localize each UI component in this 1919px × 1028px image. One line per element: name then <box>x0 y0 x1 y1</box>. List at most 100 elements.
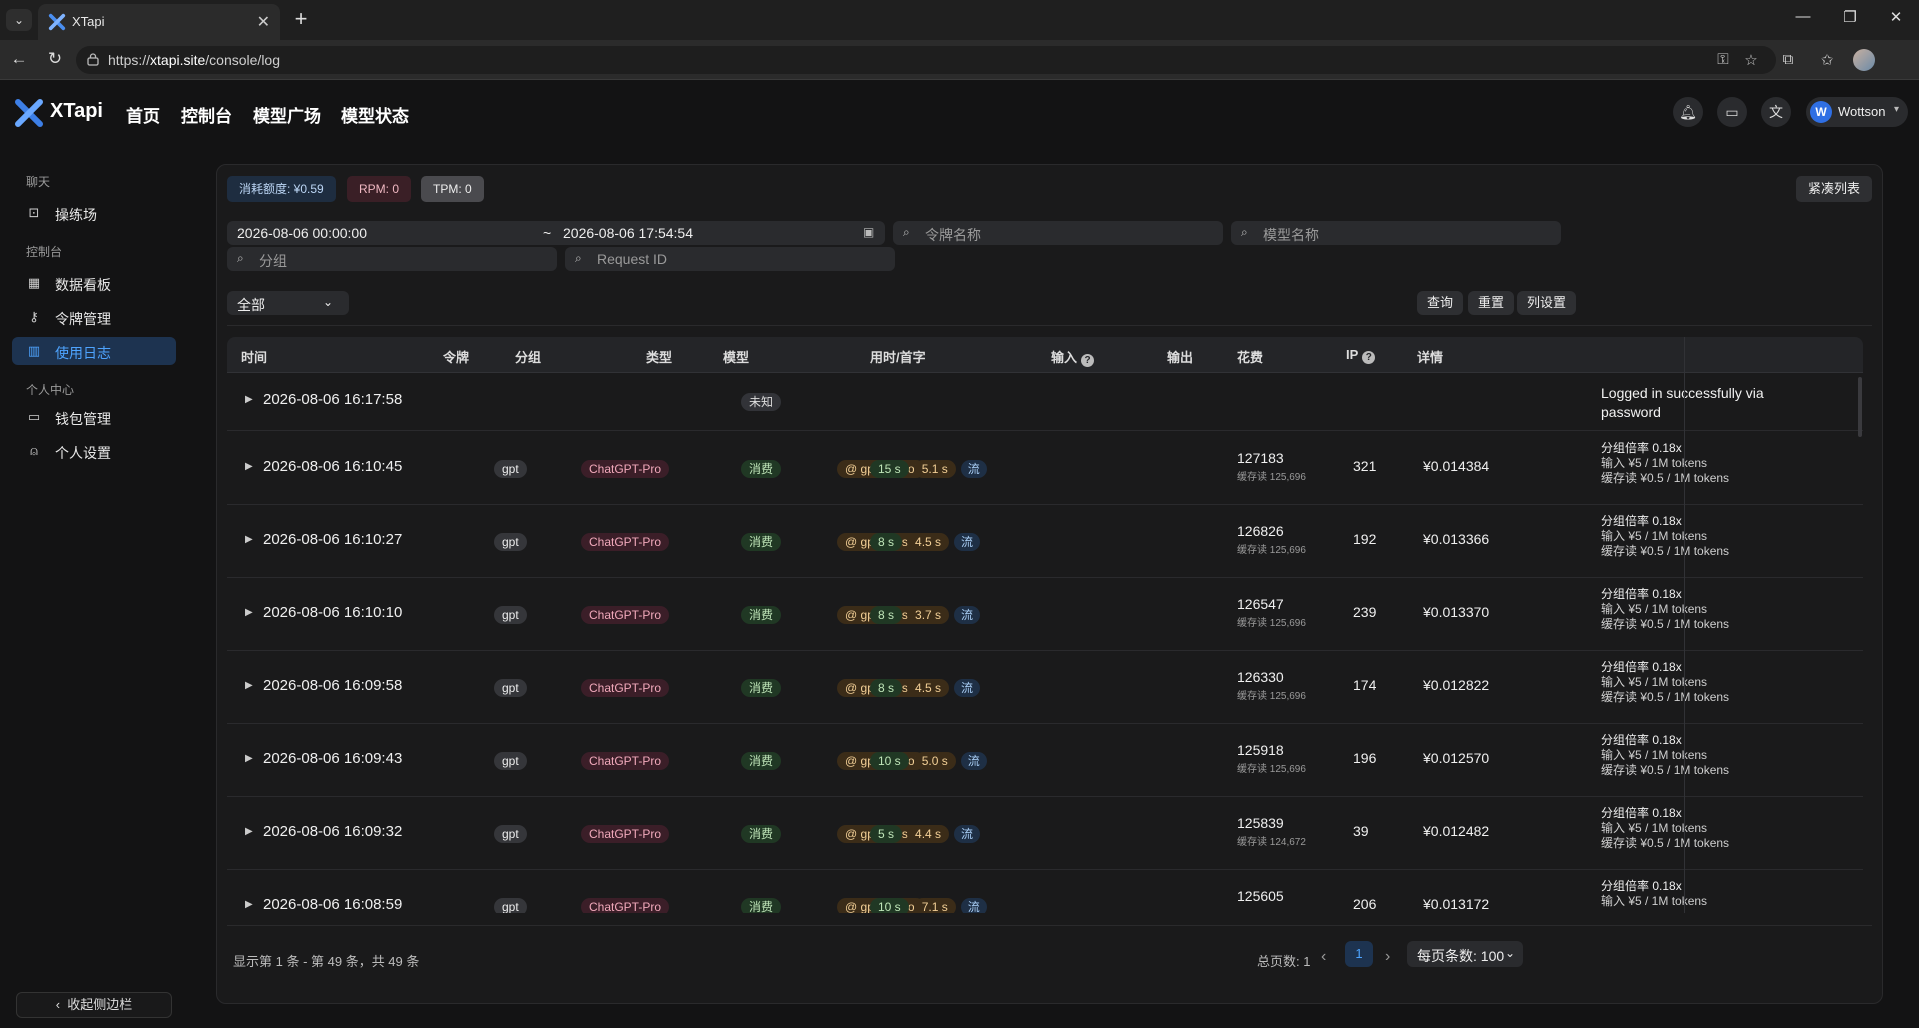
sidebar-item-playground[interactable]: ⊡ 操练场 <box>12 199 176 227</box>
sidebar-item-settings[interactable]: ⍝ 个人设置 <box>12 437 176 465</box>
sidebar-item-wallet[interactable]: ▭ 钱包管理 <box>12 403 176 431</box>
first-token-badge: 4.5 s <box>907 533 950 551</box>
page-size-select[interactable]: 每页条数: 100 ⌄ <box>1407 941 1523 967</box>
table-row[interactable]: ▶2026-08-06 16:09:32gptChatGPT-Pro消费@ gp… <box>227 797 1863 870</box>
table-row[interactable]: ▶2026-08-06 16:08:59gptChatGPT-Pro消费@ gp… <box>227 870 1863 913</box>
expand-row-icon[interactable]: ▶ <box>245 753 253 764</box>
site-info-icon[interactable] <box>86 52 100 66</box>
th-token: 令牌 <box>443 350 470 365</box>
row-detail: 分组倍率 0.18x 输入 ¥5 / 1M tokens 缓存读 ¥0.5 / 1M… <box>1601 514 1729 559</box>
expand-row-icon[interactable]: ▶ <box>245 534 253 545</box>
model-at-icon: @ <box>845 681 861 695</box>
table-row[interactable]: ▶2026-08-06 16:09:58gptChatGPT-Pro消费@ gp… <box>227 651 1863 724</box>
help-icon[interactable]: ? <box>1081 354 1095 367</box>
table-row[interactable]: ▶2026-08-06 16:10:10gptChatGPT-Pro消费@ gp… <box>227 578 1863 651</box>
url-input[interactable]: https://xtapi.site/console/log <box>76 46 1776 74</box>
nav-home[interactable]: 首页 <box>126 102 160 127</box>
token-name-input[interactable]: ⌕ 令牌名称 <box>893 221 1223 245</box>
table-header: 时间 令牌 分组 类型 模型 用时/首字 输入? 输出 花费 IP? 详情 <box>227 337 1863 373</box>
next-page-icon[interactable]: › <box>1385 948 1390 966</box>
nav-console[interactable]: 控制台 <box>181 102 232 127</box>
notification-bell-icon[interactable]: 🔔︎ <box>1673 97 1703 127</box>
tab-list-icon[interactable]: ⌄ <box>6 9 32 31</box>
th-model: 模型 <box>723 350 750 365</box>
group-input[interactable]: ⌕ 分组 <box>227 247 557 271</box>
log-type-select[interactable]: 全部 ⌄ <box>227 291 349 315</box>
token-badge: gpt <box>494 752 527 770</box>
output-tokens: 239 <box>1353 604 1377 620</box>
expand-row-icon[interactable]: ▶ <box>245 826 253 837</box>
help-icon[interactable]: ? <box>1362 351 1376 364</box>
date-range-picker[interactable]: 2026-08-06 00:00:00 ~ 2026-08-06 17:54:5… <box>227 221 885 245</box>
group-badge: ChatGPT-Pro <box>581 679 670 697</box>
favorites-icon[interactable]: ✩ <box>1817 51 1837 69</box>
column-settings-button[interactable]: 列设置 <box>1517 291 1577 315</box>
monitor-icon[interactable]: ▭ <box>1717 97 1747 127</box>
input-cache: 缓存读 125,696 <box>1237 545 1306 556</box>
user-icon: ⍝ <box>30 443 38 458</box>
row-time: 2026-08-06 16:08:59 <box>263 896 403 913</box>
nav-model-status[interactable]: 模型状态 <box>341 102 409 127</box>
group-badge: ChatGPT-Pro <box>581 533 670 551</box>
expand-row-icon[interactable]: ▶ <box>245 607 253 618</box>
restore-icon[interactable]: ❐ <box>1840 8 1860 26</box>
table-row[interactable]: ▶2026-08-06 16:10:45gptChatGPT-Pro消费@ gp… <box>227 432 1863 505</box>
tab-close-icon[interactable]: ✕ <box>257 12 270 32</box>
detail-cache-price: 缓存读 ¥0.5 / 1M tokens <box>1601 471 1730 485</box>
th-cost: 花费 <box>1237 350 1264 365</box>
search-icon: ⌕ <box>575 251 582 265</box>
user-menu[interactable]: W Wottson ▾ <box>1806 97 1908 127</box>
row-time: 2026-08-06 16:10:27 <box>263 531 403 548</box>
search-icon: ⌕ <box>237 251 244 265</box>
table-row[interactable]: ▶ 2026-08-06 16:17:58 未知 Logged in successf… <box>227 374 1863 431</box>
date-start: 2026-08-06 00:00:00 <box>237 225 367 241</box>
sidebar-item-dashboard[interactable]: ▦ 数据看板 <box>12 269 176 297</box>
row-detail: 分组倍率 0.18x 输入 ¥5 / 1M tokens 缓存读 ¥0.5 / 1M… <box>1601 733 1729 778</box>
table-scrollbar[interactable] <box>1858 377 1862 437</box>
browser-profile-avatar[interactable] <box>1853 49 1875 71</box>
key-icon[interactable]: ⚿ <box>1713 51 1733 68</box>
use-time-badge: 8 s <box>870 533 903 551</box>
query-button[interactable]: 查询 <box>1417 291 1464 315</box>
nav-model-market[interactable]: 模型广场 <box>253 102 321 127</box>
stream-badge: 流 <box>954 606 981 624</box>
expand-row-icon[interactable]: ▶ <box>245 899 253 910</box>
extensions-icon[interactable]: ⧉ <box>1778 51 1798 68</box>
logo-text[interactable]: XTapi <box>50 100 103 123</box>
sidebar-item-logs[interactable]: ▥ 使用日志 <box>12 337 176 365</box>
back-icon[interactable]: ← <box>8 49 30 69</box>
first-token-badge: 5.0 s <box>913 752 956 770</box>
collapse-sidebar-button[interactable]: ‹ 收起侧边栏 <box>16 992 172 1018</box>
reset-button[interactable]: 重置 <box>1468 291 1515 315</box>
window-close-icon[interactable]: ✕ <box>1886 8 1906 26</box>
compact-list-button[interactable]: 紧凑列表 <box>1795 176 1872 202</box>
table-row[interactable]: ▶2026-08-06 16:10:27gptChatGPT-Pro消费@ gp… <box>227 505 1863 578</box>
expand-row-icon[interactable]: ▶ <box>245 680 253 691</box>
favorite-star-icon[interactable]: ☆ <box>1741 51 1761 69</box>
minimize-icon[interactable]: — <box>1793 8 1813 25</box>
model-name-input[interactable]: ⌕ 模型名称 <box>1231 221 1561 245</box>
chevron-down-icon: ⌄ <box>323 295 334 309</box>
output-tokens: 39 <box>1353 823 1369 839</box>
browser-tab[interactable]: XTapi ✕ <box>38 4 280 40</box>
row-time: 2026-08-06 16:17:58 <box>263 391 403 408</box>
reload-icon[interactable]: ↻ <box>44 49 66 69</box>
new-tab-icon[interactable]: + <box>288 6 314 32</box>
page-current[interactable]: 1 <box>1345 941 1373 967</box>
request-id-input[interactable]: ⌕ Request ID <box>565 247 895 271</box>
search-icon: ⌕ <box>1241 225 1248 239</box>
playground-icon: ⊡ <box>28 205 40 220</box>
detail-ratio: 分组倍率 0.18x <box>1601 514 1682 528</box>
table-row[interactable]: ▶2026-08-06 16:09:43gptChatGPT-Pro消费@ gp… <box>227 724 1863 797</box>
date-end: 2026-08-06 17:54:54 <box>563 225 693 241</box>
cost-value: ¥0.012570 <box>1423 750 1490 766</box>
sidebar-item-tokens[interactable]: ⚷ 令牌管理 <box>12 303 176 331</box>
xtapi-logo-icon <box>15 99 43 127</box>
th-type: 类型 <box>646 350 673 365</box>
calendar-icon[interactable]: ▣ <box>863 225 874 239</box>
wallet-icon: ▭ <box>27 409 41 424</box>
prev-page-icon[interactable]: ‹ <box>1321 948 1326 966</box>
expand-row-icon[interactable]: ▶ <box>245 461 253 472</box>
translate-icon[interactable]: 文 <box>1761 97 1791 127</box>
expand-row-icon[interactable]: ▶ <box>245 394 253 405</box>
